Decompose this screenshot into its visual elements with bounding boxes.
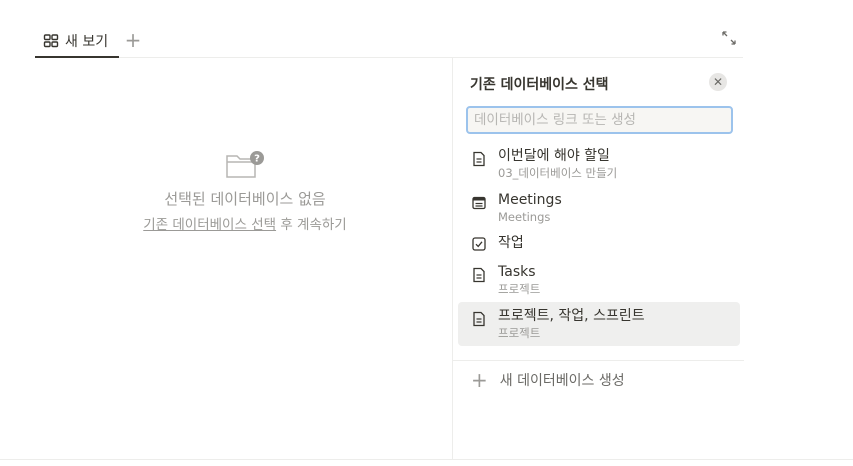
close-button[interactable]: ✕ <box>709 73 727 91</box>
calendar-icon <box>471 195 487 211</box>
database-list: 이번달에 해야 할일 03_데이터베이스 만들기 Meetings Meetin… <box>458 142 744 346</box>
gallery-icon <box>43 33 59 49</box>
list-item[interactable]: 프로젝트, 작업, 스프린트 프로젝트 <box>458 302 740 346</box>
app-frame: 새 보기 + ? 선택된 데이터베이스 없음 기존 데이터베이스 선택 후 계속… <box>0 0 853 466</box>
empty-state-subtitle: 기존 데이터베이스 선택 후 계속하기 <box>120 213 370 233</box>
panel-title: 기존 데이터베이스 선택 <box>470 77 609 93</box>
plus-icon: + <box>471 368 488 392</box>
empty-state: ? 선택된 데이터베이스 없음 기존 데이터베이스 선택 후 계속하기 <box>120 150 370 233</box>
database-picker-panel: 기존 데이터베이스 선택 ✕ 이번달에 해야 할일 03_데이터베이스 만들기 <box>452 58 853 460</box>
page-icon <box>471 267 487 283</box>
page-icon <box>471 151 487 167</box>
expand-icon[interactable] <box>721 30 737 46</box>
list-item[interactable]: 작업 <box>458 230 740 258</box>
page-icon <box>471 311 487 327</box>
database-search-input[interactable] <box>466 106 733 134</box>
item-name: 이번달에 해야 할일 <box>498 148 610 164</box>
item-name: Tasks <box>498 264 536 280</box>
item-path: Meetings <box>498 210 551 224</box>
select-existing-db-link[interactable]: 기존 데이터베이스 선택 <box>143 217 276 233</box>
item-path: 프로젝트 <box>498 326 541 340</box>
view-tab-bar: 새 보기 + <box>35 18 743 58</box>
tab-label: 새 보기 <box>65 34 109 50</box>
divider <box>453 360 744 361</box>
tab-new-view[interactable]: 새 보기 <box>35 26 119 58</box>
list-item[interactable]: Meetings Meetings <box>458 186 740 230</box>
folder-question-icon: ? <box>120 150 370 180</box>
checkbox-icon <box>471 236 487 252</box>
item-name: Meetings <box>498 192 562 208</box>
item-path: 프로젝트 <box>498 282 541 296</box>
item-name: 프로젝트, 작업, 스프린트 <box>498 308 645 324</box>
item-name: 작업 <box>498 235 524 251</box>
bottom-border <box>0 459 853 460</box>
item-path: 03_데이터베이스 만들기 <box>498 166 618 180</box>
empty-state-title: 선택된 데이터베이스 없음 <box>164 190 326 208</box>
new-database-button[interactable]: + 새 데이터베이스 생성 <box>471 370 625 390</box>
list-item[interactable]: 이번달에 해야 할일 03_데이터베이스 만들기 <box>458 142 740 186</box>
list-item[interactable]: Tasks 프로젝트 <box>458 258 740 302</box>
new-database-label: 새 데이터베이스 생성 <box>499 373 625 389</box>
add-view-button[interactable]: + <box>123 30 143 50</box>
svg-text:?: ? <box>254 154 260 165</box>
continue-text: 후 계속하기 <box>276 217 347 233</box>
